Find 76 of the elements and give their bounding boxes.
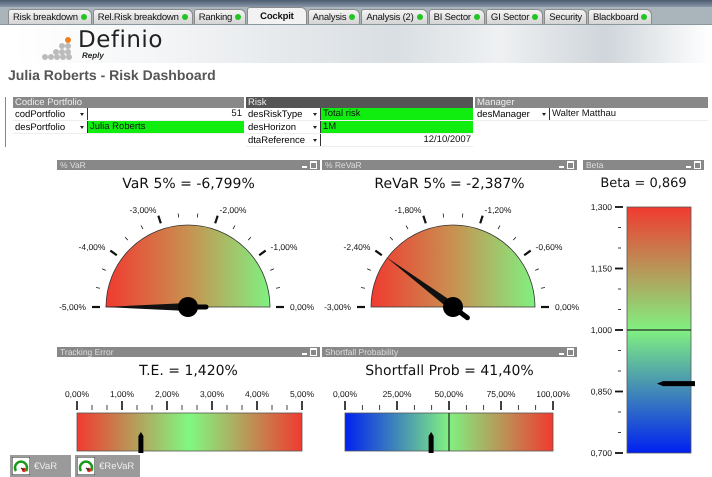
dropdown-caret-icon[interactable] bbox=[313, 112, 317, 116]
tick-label: 1,150 bbox=[590, 264, 612, 274]
tick-label: -3,00% bbox=[130, 205, 156, 215]
tick-label: 0,00% bbox=[64, 389, 90, 399]
tick-label: -1,00% bbox=[270, 242, 298, 252]
tick-label: 0,700 bbox=[590, 448, 612, 458]
dropdown-caret-icon[interactable] bbox=[313, 138, 317, 142]
field-value: Total risk bbox=[321, 108, 473, 120]
tab[interactable]: Blackboard bbox=[588, 9, 652, 24]
field-label[interactable]: dtaReference bbox=[246, 134, 321, 146]
tab[interactable]: GI Sector bbox=[486, 9, 544, 24]
panel-title: % VaR bbox=[60, 160, 87, 170]
tick-label: 2,00% bbox=[154, 389, 180, 399]
tab[interactable]: Security bbox=[544, 9, 587, 24]
tick-label: 3,00% bbox=[200, 389, 224, 399]
tab[interactable]: Cockpit bbox=[247, 7, 307, 24]
maximize-icon[interactable] bbox=[310, 161, 317, 169]
logo-subtitle: Reply bbox=[82, 52, 105, 60]
tick-label: 75,00% bbox=[486, 389, 516, 399]
tab[interactable]: Ranking bbox=[194, 9, 246, 24]
tab[interactable]: BI Sector bbox=[428, 9, 485, 24]
tick-label: 100,00% bbox=[536, 389, 570, 399]
panel-title: Beta bbox=[586, 160, 604, 170]
gauge-reading: Shortfall Prob = 41,40% bbox=[364, 362, 535, 381]
tick-label: -0,60% bbox=[536, 242, 562, 252]
dropdown-caret-icon[interactable] bbox=[80, 126, 84, 128]
tick-label: 0,00% bbox=[290, 302, 314, 312]
field-value: 12/10/2007 bbox=[422, 134, 472, 146]
tick-label: 0,00% bbox=[332, 389, 358, 399]
tick-label: 1,300 bbox=[590, 202, 612, 212]
dashboard-title: Julia Roberts - Risk Dashboard bbox=[8, 67, 217, 85]
field-value: Walter Matthau bbox=[551, 108, 618, 120]
tick-label: -5,00% bbox=[59, 302, 86, 312]
dropdown-caret-icon[interactable] bbox=[542, 112, 546, 116]
tick-label: 1,00% bbox=[110, 389, 134, 399]
field-label[interactable]: codPortfolio bbox=[13, 108, 88, 120]
maximize-icon[interactable] bbox=[310, 348, 317, 356]
tick-label: 0,00% bbox=[555, 302, 580, 312]
field-value: 1M bbox=[321, 121, 473, 133]
group-header: Manager bbox=[475, 97, 708, 108]
dropdown-caret-icon[interactable] bbox=[313, 126, 317, 128]
tick-label: 4,00% bbox=[244, 389, 270, 399]
maximize-icon[interactable] bbox=[694, 161, 701, 169]
gauge-reading: T.E. = 1,420% bbox=[138, 362, 239, 381]
dropdown-caret-icon[interactable] bbox=[80, 112, 84, 116]
tick-label: 50,00% bbox=[434, 389, 464, 399]
gauge-icon bbox=[12, 457, 30, 475]
gauge-reading: ReVaR 5% = -2,387% bbox=[373, 175, 526, 194]
tab[interactable]: Rel.Risk breakdown bbox=[92, 9, 193, 24]
tick-label: -2,00% bbox=[220, 205, 246, 215]
tick-label: -1,20% bbox=[484, 205, 512, 215]
group-header: Codice Portfolio bbox=[13, 97, 244, 108]
panel-title: Shortfall Probability bbox=[325, 347, 400, 357]
field-value: 51 bbox=[230, 108, 243, 120]
tick-label: 1,000 bbox=[590, 325, 612, 335]
logo-text: Definio bbox=[78, 28, 163, 52]
field-value: Julia Roberts bbox=[88, 121, 244, 133]
tick-label: -2,40% bbox=[344, 242, 370, 252]
tick-label: -3,00% bbox=[324, 302, 351, 312]
maximize-icon[interactable] bbox=[567, 161, 574, 169]
tick-label: 5,00% bbox=[290, 389, 314, 399]
tab[interactable]: Analysis (2) bbox=[361, 9, 428, 24]
gauge-icon bbox=[77, 457, 96, 475]
maximize-icon[interactable] bbox=[567, 348, 574, 356]
gauge-reading: VaR 5% = -6,799% bbox=[121, 175, 256, 194]
tick-label: 25,00% bbox=[382, 389, 412, 399]
tab[interactable]: Analysis bbox=[308, 9, 360, 24]
tick-label: -1,80% bbox=[394, 205, 422, 215]
field-label[interactable]: desManager bbox=[475, 108, 550, 120]
gauge-reading: Beta = 0,869 bbox=[599, 175, 688, 193]
tick-label: -4,00% bbox=[78, 242, 106, 252]
panel-title: % ReVaR bbox=[325, 160, 363, 170]
panel-title: Tracking Error bbox=[60, 347, 115, 357]
group-header: Risk bbox=[246, 97, 473, 108]
tab[interactable]: Risk breakdown bbox=[8, 9, 92, 24]
tick-label: 0,850 bbox=[590, 386, 612, 396]
